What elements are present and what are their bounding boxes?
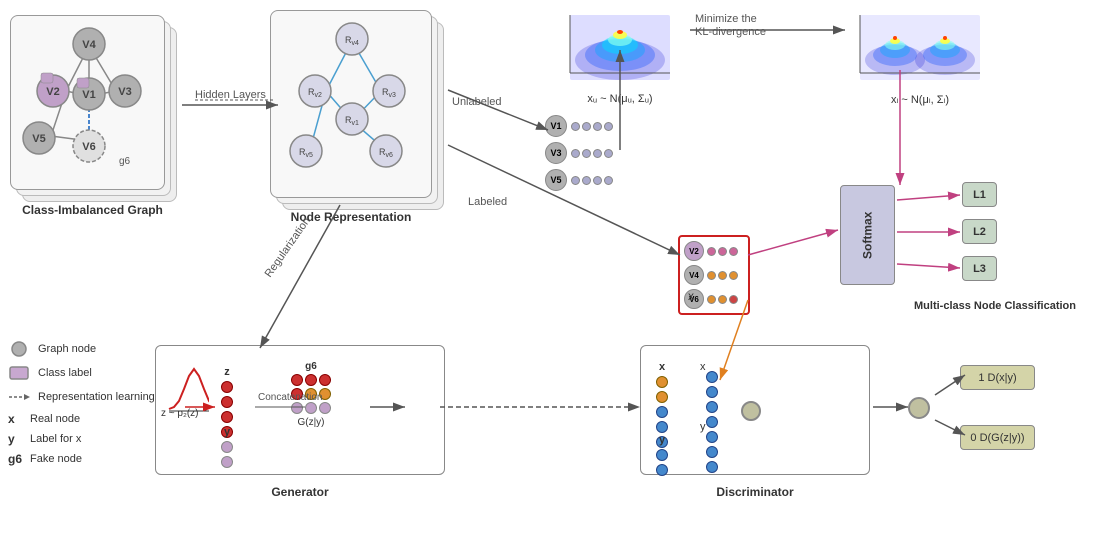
node-v1: V1: [545, 115, 567, 137]
softmax-box: Softmax: [840, 185, 895, 285]
svg-text:V1: V1: [82, 89, 95, 101]
node-v4: V4: [684, 265, 704, 285]
graph-title: Class-Imbalanced Graph: [10, 203, 175, 217]
output-1-text: 1 D(x|y): [978, 372, 1016, 384]
legend-y-text: Label for x: [30, 433, 81, 445]
labeled-v6: V6: [684, 289, 744, 309]
unlabeled-nodes: V1 V3 V5: [545, 115, 635, 191]
labeled-v4: V4: [684, 265, 744, 285]
g-zy-section: g6 G(z|y): [291, 361, 331, 428]
svg-text:V3: V3: [118, 86, 131, 98]
v6-features: [707, 295, 738, 304]
generator-title: Generator: [155, 485, 445, 499]
node-rep-section: Rv4 Rv2 Rv3 Rv1 Rv5 Rv6 Node Representat…: [270, 10, 455, 235]
legend-class-label-text: Class label: [38, 367, 92, 379]
v4-features: [707, 271, 738, 280]
generator-box: z ~ p₂(z) z y g6: [155, 345, 445, 475]
svg-text:Hidden Layers: Hidden Layers: [195, 89, 266, 101]
disc-merge-circle: [741, 401, 761, 421]
svg-text:Labeled: Labeled: [468, 196, 507, 208]
legend-circle-icon: [8, 340, 30, 358]
g-zy-label: G(z|y): [297, 417, 324, 428]
discriminator-title: Discriminator: [640, 485, 870, 499]
output-l2: L2: [962, 219, 997, 244]
output-l3: L3: [962, 256, 997, 281]
node-rep-title: Node Representation: [270, 210, 432, 224]
legend-dashed-arrow-icon: [8, 388, 30, 406]
unlabeled-v3: V3: [545, 142, 635, 164]
v1-features: [571, 122, 613, 131]
node-v5: V5: [545, 169, 567, 191]
svg-text:KL-divergence: KL-divergence: [695, 26, 766, 38]
v3-features: [571, 149, 613, 158]
output-merge-circle: [908, 397, 930, 419]
graph-section: V4 V2 V1 V3 V5 V6 g6: [10, 15, 195, 235]
unlabeled-v5: V5: [545, 169, 635, 191]
unlabeled-dist-svg: [560, 5, 680, 95]
legend-graph-node-text: Graph node: [38, 343, 96, 355]
legend-rect-icon: [8, 364, 30, 382]
labeled-v2: V2: [684, 241, 744, 261]
legend-y-icon: y: [8, 432, 30, 446]
diagram-container: Hidden Layers Unlabeled Labeled Minimize…: [0, 0, 1108, 537]
disc-hidden: [706, 371, 718, 473]
svg-text:V6: V6: [82, 141, 95, 153]
node-rep-svg: Rv4 Rv2 Rv3 Rv1 Rv5 Rv6: [271, 11, 433, 199]
svg-text:g6: g6: [119, 156, 131, 167]
svg-text:Minimize the: Minimize the: [695, 13, 757, 25]
legend-x-icon: x: [8, 412, 30, 426]
labeled-dist: xₗ ~ N(μₗ, Σₗ): [850, 5, 990, 95]
node-v2: V2: [684, 241, 704, 261]
output-d0: 0 D(G(z|y)): [960, 425, 1035, 450]
z-formula: z ~ p₂(z): [161, 408, 199, 419]
legend-x-text: Real node: [30, 413, 80, 425]
labeled-nodes: V2 V4 V6: [678, 235, 750, 315]
g6-dots: [291, 374, 331, 414]
labeled-dist-svg: [850, 5, 990, 95]
softmax-label: Softmax: [861, 211, 875, 258]
y-node-gen: y: [221, 426, 233, 468]
node-v6: V6: [684, 289, 704, 309]
output-0-text: 0 D(G(z|y)): [970, 432, 1024, 444]
classification-title: Multi-class Node Classification: [900, 300, 1090, 312]
graph-svg: V4 V2 V1 V3 V5 V6 g6: [11, 16, 166, 191]
legend-g6-text: Fake node: [30, 453, 82, 465]
svg-text:V4: V4: [82, 39, 96, 51]
output-l1: L1: [962, 182, 997, 207]
y-node-disc: y: [656, 434, 668, 476]
node-v3: V3: [545, 142, 567, 164]
v2-features: [707, 247, 738, 256]
legend-rep-learning-text: Representation learning: [38, 391, 155, 403]
output-d1: 1 D(x|y): [960, 365, 1035, 390]
svg-text:V5: V5: [32, 133, 45, 145]
discriminator-box: x y: [640, 345, 870, 475]
unlabeled-dist: xᵤ ~ N(μᵤ, Σᵤ): [560, 5, 680, 95]
svg-text:Unlabeled: Unlabeled: [452, 96, 502, 108]
unlabeled-v1: V1: [545, 115, 635, 137]
g6-label: g6: [305, 361, 317, 372]
svg-text:V2: V2: [46, 86, 59, 98]
legend-g6-icon: g6: [8, 452, 30, 466]
v5-features: [571, 176, 613, 185]
